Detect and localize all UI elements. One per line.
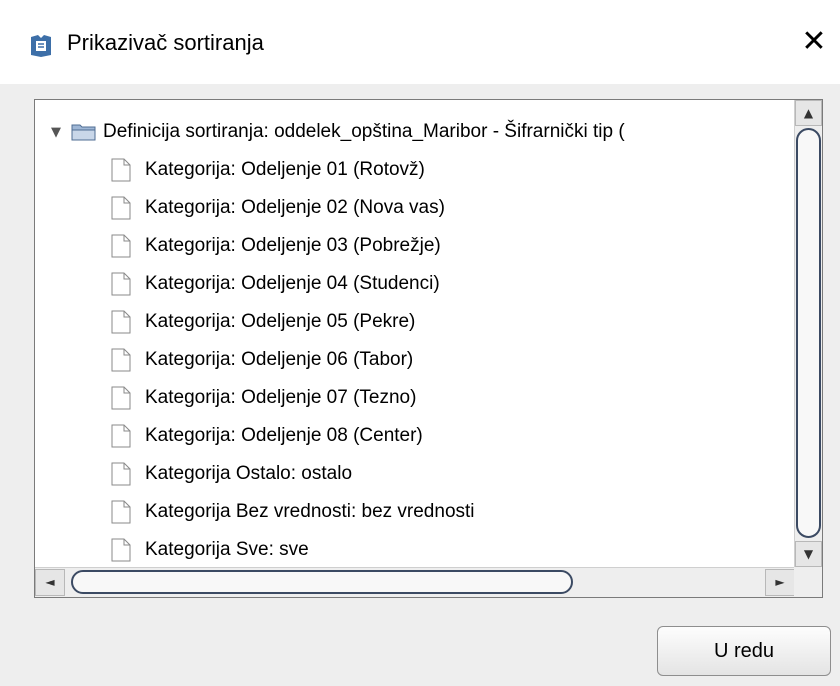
sort-tree-panel: ▼ Definicija sortiranja: oddelek_opština… [34,99,823,598]
tree-node[interactable]: Kategorija: Odeljenje 08 (Center) [111,418,423,454]
tree-node-label: Kategorija: Odeljenje 08 (Center) [145,425,423,446]
tree-root-label: Definicija sortiranja: oddelek_opština_M… [103,121,625,142]
tree-node-label: Kategorija: Odeljenje 06 (Tabor) [145,349,414,370]
scroll-left-button[interactable]: ◄ [35,569,65,596]
tree-node-label: Kategorija: Odeljenje 02 (Nova vas) [145,197,445,218]
tree-node-label: Kategorija: Odeljenje 07 (Tezno) [145,387,417,408]
tree-node-label: Kategorija Sve: sve [145,539,309,560]
tree-viewport: ▼ Definicija sortiranja: oddelek_opština… [35,100,795,567]
file-icon [111,158,131,182]
dialog-content: ▼ Definicija sortiranja: oddelek_opština… [0,84,840,686]
title-bar: Prikazivač sortiranja ✕ [0,0,840,84]
file-icon [111,424,131,448]
file-icon [111,462,131,486]
tree-node-label: Kategorija: Odeljenje 04 (Studenci) [145,273,440,294]
ok-button[interactable]: U redu [657,626,831,676]
expand-toggle-icon[interactable]: ▼ [51,125,65,140]
tree-node[interactable]: Kategorija: Odeljenje 03 (Pobrežje) [111,228,441,264]
file-icon [111,538,131,562]
scroll-right-button[interactable]: ► [765,569,795,596]
tree-node[interactable]: Kategorija Ostalo: ostalo [111,456,352,492]
horizontal-scrollbar[interactable]: ◄ ► [35,567,795,597]
tree-node-label: Kategorija: Odeljenje 01 (Rotovž) [145,159,425,180]
tree-node[interactable]: Kategorija: Odeljenje 05 (Pekre) [111,304,415,340]
tree-node[interactable]: Kategorija: Odeljenje 07 (Tezno) [111,380,416,416]
scroll-up-button[interactable]: ▲ [795,100,822,126]
tree-node-label: Kategorija: Odeljenje 05 (Pekre) [145,311,416,332]
file-icon [111,348,131,372]
tree-node-label: Kategorija Bez vrednosti: bez vrednosti [145,501,475,522]
tree-node[interactable]: Kategorija: Odeljenje 01 (Rotovž) [111,152,425,188]
file-icon [111,500,131,524]
folder-icon [71,124,96,141]
tree-node-label: Kategorija: Odeljenje 03 (Pobrežje) [145,235,441,256]
tree-node[interactable]: Kategorija Sve: sve [111,532,309,567]
file-icon [111,234,131,258]
scroll-down-button[interactable]: ▼ [795,541,822,567]
tree-node[interactable]: Kategorija: Odeljenje 02 (Nova vas) [111,190,445,226]
vertical-scroll-thumb[interactable] [796,128,821,538]
file-icon [111,386,131,410]
horizontal-scroll-thumb[interactable] [71,570,573,594]
tree-node[interactable]: Kategorija: Odeljenje 04 (Studenci) [111,266,440,302]
tree-node[interactable]: Kategorija Bez vrednosti: bez vrednosti [111,494,475,530]
close-button[interactable]: ✕ [796,24,832,60]
app-icon [31,35,51,57]
tree-root-node[interactable]: ▼ Definicija sortiranja: oddelek_opština… [51,114,625,150]
scrollbar-corner [794,567,822,597]
file-icon [111,272,131,296]
window-title: Prikazivač sortiranja [67,30,264,55]
file-icon [111,310,131,334]
tree-node-label: Kategorija Ostalo: ostalo [145,463,353,484]
file-icon [111,196,131,220]
vertical-scrollbar[interactable]: ▲ ▼ [794,100,822,567]
tree-node[interactable]: Kategorija: Odeljenje 06 (Tabor) [111,342,413,378]
